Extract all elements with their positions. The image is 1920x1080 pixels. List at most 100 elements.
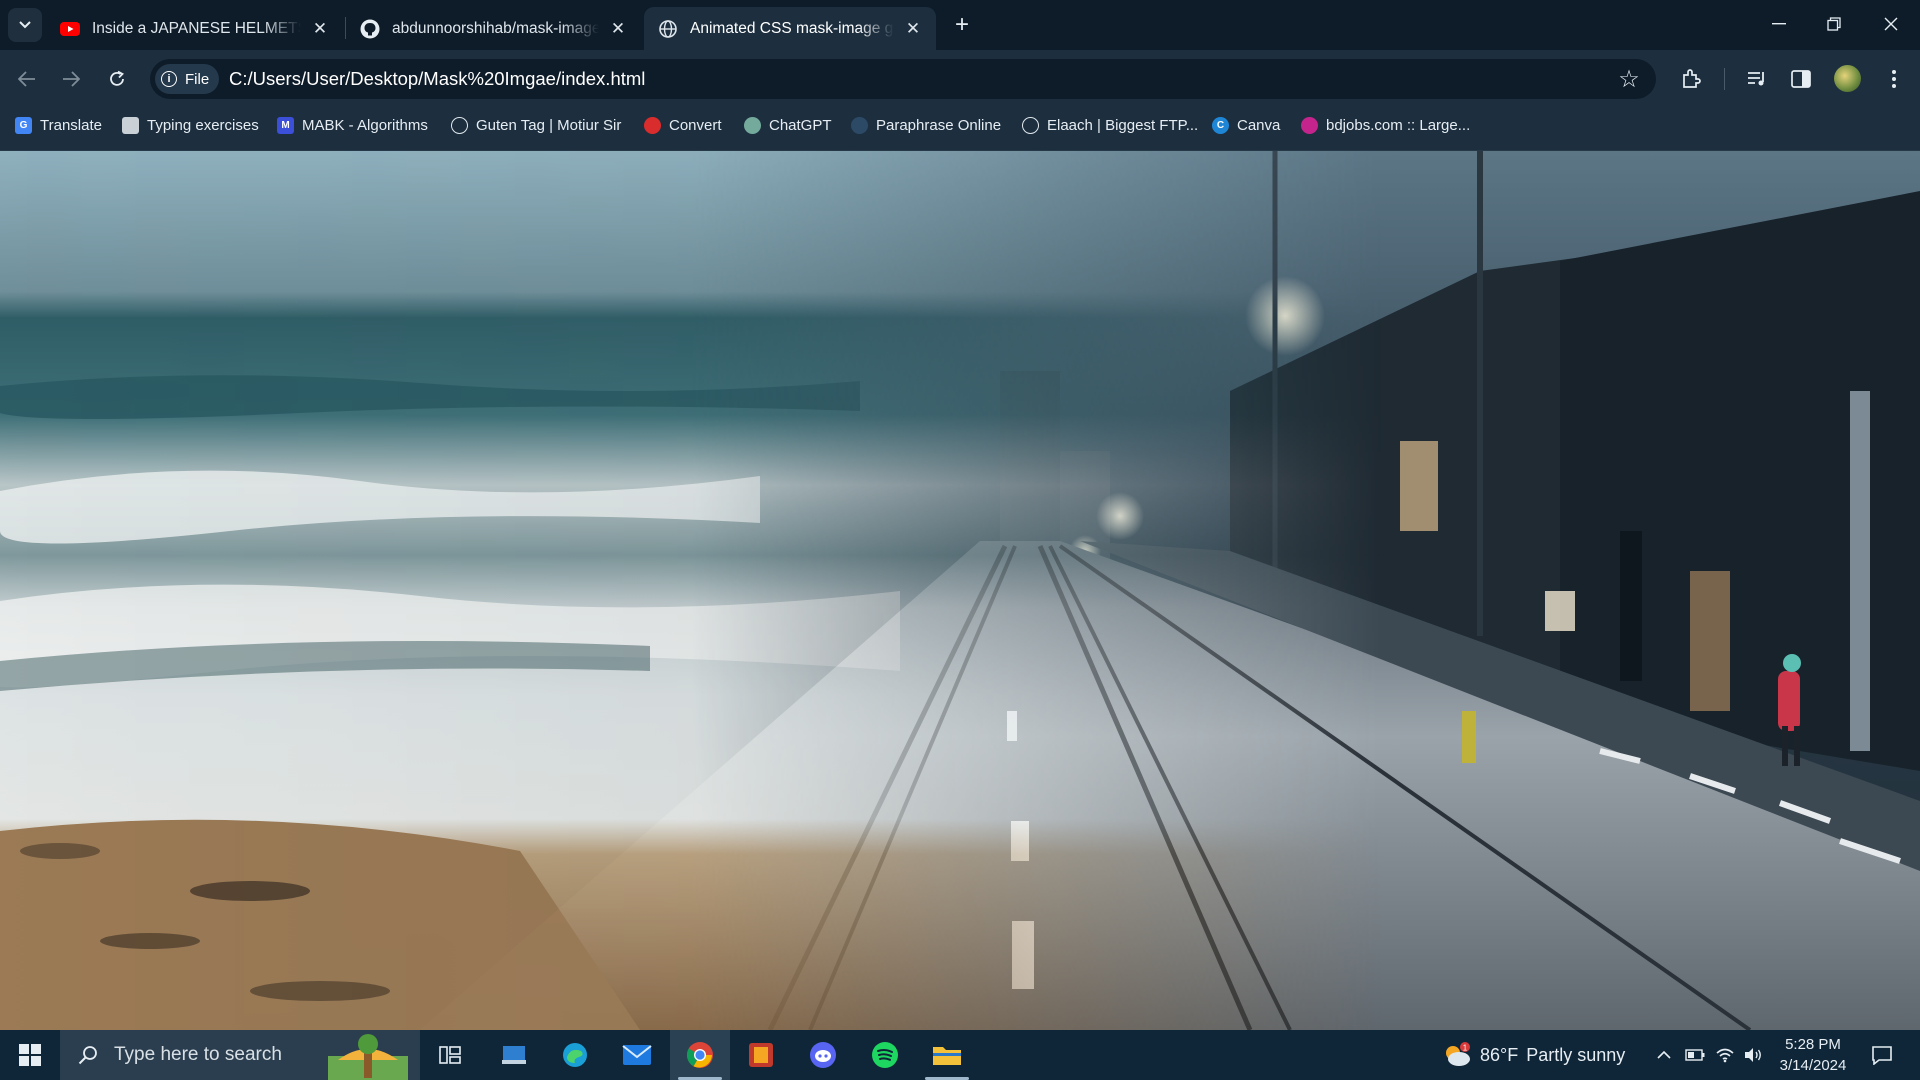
close-icon[interactable]: ✕: [902, 18, 924, 40]
battery-status[interactable]: [1682, 1040, 1708, 1070]
spotify-icon: [872, 1042, 898, 1068]
taskbar-app-discord[interactable]: [793, 1030, 853, 1080]
globe-icon: [451, 116, 468, 134]
search-placeholder: Type here to search: [114, 1044, 282, 1065]
site-info-chip[interactable]: i File: [155, 64, 220, 94]
taskbar-weather[interactable]: 1 86°F Partly sunny: [1442, 1040, 1625, 1070]
taskbar-clock[interactable]: 5:28 PM 3/14/2024: [1770, 1034, 1856, 1076]
taskbar-app-generic[interactable]: [731, 1030, 791, 1080]
bdjobs-icon: [1301, 116, 1318, 134]
typing-icon: [122, 116, 139, 134]
task-view-button[interactable]: [420, 1030, 480, 1080]
bookmark-paraphrase[interactable]: Paraphrase Online: [851, 113, 1001, 137]
chrome-icon: [686, 1042, 713, 1068]
clock-time: 5:28 PM: [1785, 1036, 1841, 1053]
taskbar-app-edge[interactable]: [545, 1030, 605, 1080]
close-icon[interactable]: ✕: [309, 18, 331, 40]
bookmark-mabk[interactable]: M MABK - Algorithms: [277, 113, 428, 137]
close-icon[interactable]: ✕: [607, 18, 629, 40]
forward-arrow-icon: [63, 71, 80, 87]
bookmark-canva[interactable]: C Canva: [1212, 113, 1280, 137]
notification-icon: [1872, 1046, 1892, 1065]
close-icon: [1884, 17, 1898, 31]
page-content-masked-image: [0, 151, 1920, 1030]
bookmark-typing-exercises[interactable]: Typing exercises: [122, 113, 259, 137]
new-tab-button[interactable]: +: [948, 11, 976, 39]
tab-youtube[interactable]: Inside a JAPANESE HELMETS FA ✕: [46, 7, 343, 50]
back-arrow-icon: [18, 71, 35, 87]
profile-avatar[interactable]: [1834, 65, 1861, 92]
file-explorer-icon: [933, 1047, 961, 1065]
bookmark-label: Translate: [40, 116, 102, 134]
clock-date: 3/14/2024: [1779, 1057, 1847, 1074]
network-status[interactable]: [1712, 1040, 1738, 1070]
toolbar-separator: [1724, 68, 1725, 90]
side-panel-icon[interactable]: [1785, 63, 1817, 95]
extensions-icon[interactable]: [1675, 63, 1707, 95]
search-icon: [76, 1043, 100, 1067]
taskbar-app-files[interactable]: [484, 1030, 544, 1080]
task-view-icon: [439, 1046, 461, 1064]
taskbar-app-spotify[interactable]: [855, 1030, 915, 1080]
site-info-label: File: [185, 70, 210, 88]
globe-icon: [1022, 116, 1039, 134]
weather-condition: Partly sunny: [1526, 1044, 1626, 1065]
taskbar-app-explorer[interactable]: [917, 1030, 977, 1080]
bookmark-label: Canva: [1237, 116, 1281, 134]
tab-active[interactable]: Animated CSS mask-image grad ✕: [644, 7, 936, 50]
bookmark-label: Paraphrase Online: [876, 116, 1002, 134]
info-icon: i: [161, 71, 177, 87]
bookmark-convert[interactable]: Convert: [644, 113, 722, 137]
restore-icon: [1827, 17, 1841, 31]
chatgpt-icon: [744, 116, 761, 134]
restore-button[interactable]: [1805, 0, 1863, 48]
tab-github[interactable]: abdunnoorshihab/mask-image ✕: [346, 7, 641, 50]
mail-icon: [622, 1045, 652, 1065]
close-window-button[interactable]: [1862, 0, 1920, 48]
notification-center-button[interactable]: [1862, 1040, 1902, 1070]
bookmark-elaach[interactable]: Elaach | Biggest FTP...: [1022, 113, 1198, 137]
canva-icon: C: [1212, 116, 1229, 134]
bookmark-label: Typing exercises: [147, 116, 259, 134]
start-button[interactable]: [0, 1030, 60, 1080]
blended-scene-image: [0, 151, 1920, 1030]
minimize-button[interactable]: [1750, 0, 1808, 48]
bookmark-label: bdjobs.com :: Large...: [1326, 116, 1471, 134]
taskbar-search[interactable]: Type here to search: [60, 1030, 420, 1080]
reload-button[interactable]: [100, 62, 134, 96]
weather-badge: 1: [1463, 1044, 1468, 1053]
menu-kebab-icon[interactable]: [1878, 63, 1910, 95]
bookmark-chatgpt[interactable]: ChatGPT: [744, 113, 832, 137]
media-control-icon[interactable]: [1741, 63, 1773, 95]
cloud-icon: [851, 116, 868, 134]
bookmark-bdjobs[interactable]: bdjobs.com :: Large...: [1301, 113, 1470, 137]
tab-title: Animated CSS mask-image grad: [690, 19, 894, 37]
chevron-down-icon: [19, 21, 31, 29]
url-text[interactable]: C:/Users/User/Desktop/Mask%20Imgae/index…: [229, 68, 645, 90]
bookmark-label: MABK - Algorithms: [302, 116, 428, 134]
bookmark-label: ChatGPT: [769, 116, 832, 134]
bookmark-label: Guten Tag | Motiur Sir: [476, 116, 622, 134]
volume-control[interactable]: [1740, 1040, 1766, 1070]
bookmark-translate[interactable]: G Translate: [15, 113, 102, 137]
show-hidden-icons-button[interactable]: [1652, 1040, 1676, 1070]
tab-title: Inside a JAPANESE HELMETS FA: [92, 19, 301, 37]
reload-icon: [110, 70, 124, 86]
windows-logo-icon: [19, 1044, 41, 1066]
chevron-up-icon: [1657, 1050, 1671, 1059]
bookmark-guten-tag[interactable]: Guten Tag | Motiur Sir: [451, 113, 621, 137]
youtube-icon: [60, 19, 80, 39]
wifi-icon: [1716, 1048, 1734, 1063]
edge-icon: [563, 1043, 587, 1067]
taskbar-app-mail[interactable]: [607, 1030, 667, 1080]
speaker-icon: [1745, 1048, 1761, 1062]
convert-icon: [644, 116, 661, 134]
tab-search-button[interactable]: [8, 8, 42, 42]
back-button[interactable]: [10, 62, 44, 96]
partly-sunny-icon: 1: [1446, 1042, 1470, 1066]
taskbar-app-chrome[interactable]: [670, 1030, 730, 1080]
bookmark-label: Elaach | Biggest FTP...: [1047, 116, 1199, 134]
bookmark-label: Convert: [669, 116, 722, 134]
forward-button[interactable]: [54, 62, 88, 96]
bookmark-star-icon[interactable]: ☆: [1614, 64, 1644, 94]
